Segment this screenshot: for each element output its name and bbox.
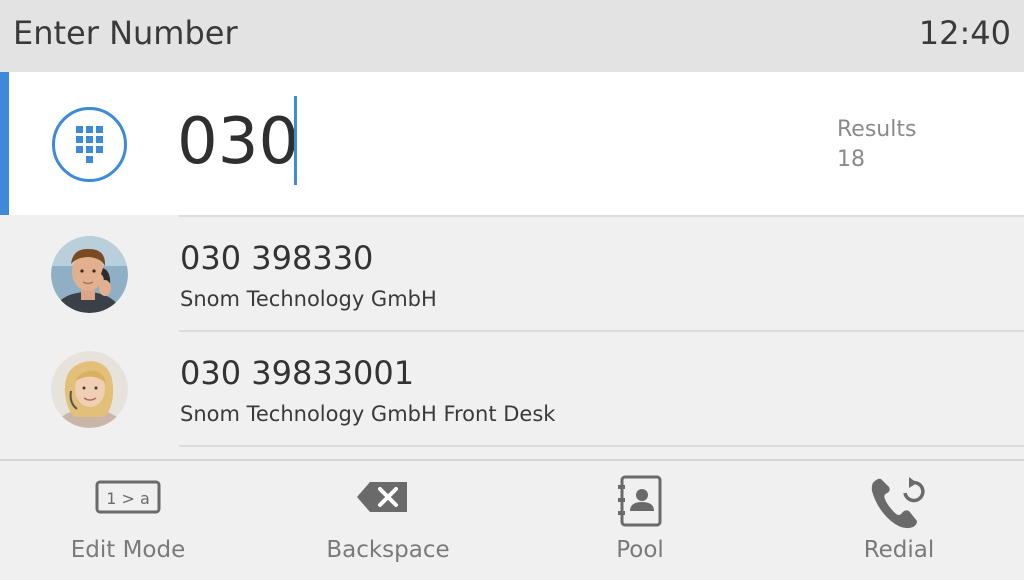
edit-mode-button[interactable]: 1 > a Edit Mode [28, 461, 228, 580]
redial-button[interactable]: Redial [799, 461, 999, 580]
pool-label: Pool [616, 537, 664, 563]
redial-icon [871, 477, 925, 529]
list-item[interactable]: 030 39833001 Snom Technology GmbH Front … [0, 332, 1024, 447]
backspace-button[interactable]: Backspace [288, 461, 488, 580]
avatar [51, 236, 128, 313]
avatar [51, 351, 128, 428]
focus-accent-bar [0, 72, 9, 215]
results-count: 18 [837, 147, 865, 172]
status-bar: Enter Number 12:40 [0, 0, 1024, 72]
svg-text:1 > a: 1 > a [106, 489, 150, 508]
results-label: Results [837, 117, 917, 142]
edit-mode-label: Edit Mode [70, 537, 186, 563]
softkey-bar: 1 > a Edit Mode Backspace Pool Redial [0, 459, 1024, 580]
backspace-label: Backspace [326, 537, 450, 563]
dialpad-icon[interactable] [51, 106, 128, 183]
backspace-icon [357, 482, 407, 512]
divider [179, 445, 1024, 447]
pool-button[interactable]: Pool [540, 461, 740, 580]
contact-name: Snom Technology GmbH [180, 287, 437, 311]
contact-number: 030 398330 [180, 239, 374, 277]
edit-mode-icon: 1 > a [95, 480, 161, 514]
address-book-icon [618, 475, 662, 527]
list-item[interactable]: 030 398330 Snom Technology GmbH [0, 217, 1024, 332]
number-input[interactable]: 030 [177, 102, 299, 182]
page-title: Enter Number [13, 14, 238, 52]
number-entry-field[interactable]: 030 Results 18 [0, 72, 1024, 215]
redial-label: Redial [863, 537, 935, 563]
clock: 12:40 [918, 14, 1011, 52]
contact-number: 030 39833001 [180, 354, 415, 392]
contact-name: Snom Technology GmbH Front Desk [180, 402, 556, 426]
text-cursor [294, 96, 297, 185]
